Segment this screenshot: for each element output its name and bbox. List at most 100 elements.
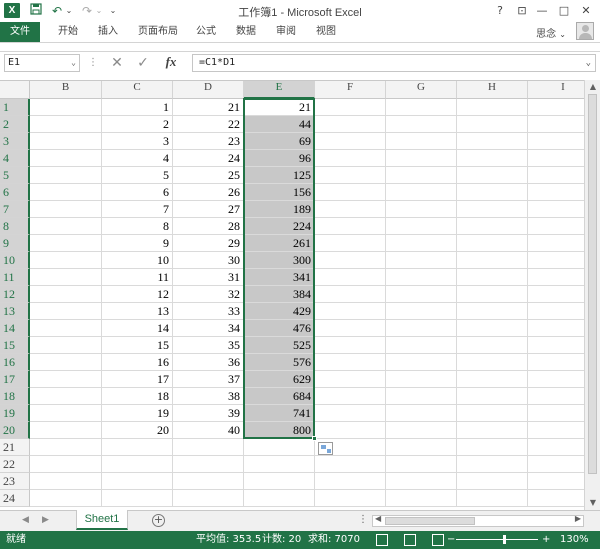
cell-g1[interactable] bbox=[386, 99, 457, 116]
row-header[interactable]: 22 bbox=[0, 456, 30, 473]
cell-f13[interactable] bbox=[315, 303, 386, 320]
cell-e7[interactable]: 189 bbox=[244, 201, 315, 218]
cell-g14[interactable] bbox=[386, 320, 457, 337]
undo-dropdown-icon[interactable]: ⌄ bbox=[64, 3, 74, 19]
zoom-slider-knob[interactable] bbox=[503, 535, 506, 544]
cell-c5[interactable]: 5 bbox=[102, 167, 173, 184]
cell-b13[interactable] bbox=[30, 303, 102, 320]
cell-e5[interactable]: 125 bbox=[244, 167, 315, 184]
cell-b2[interactable] bbox=[30, 116, 102, 133]
cell-d16[interactable]: 36 bbox=[173, 354, 244, 371]
cell-h23[interactable] bbox=[457, 473, 528, 490]
cell-d22[interactable] bbox=[173, 456, 244, 473]
cell-f22[interactable] bbox=[315, 456, 386, 473]
cell-d4[interactable]: 24 bbox=[173, 150, 244, 167]
cell-g16[interactable] bbox=[386, 354, 457, 371]
cell-b1[interactable] bbox=[30, 99, 102, 116]
cell-c15[interactable]: 15 bbox=[102, 337, 173, 354]
cell-c4[interactable]: 4 bbox=[102, 150, 173, 167]
cell-h11[interactable] bbox=[457, 269, 528, 286]
cell-b23[interactable] bbox=[30, 473, 102, 490]
cell-h1[interactable] bbox=[457, 99, 528, 116]
cell-d18[interactable]: 38 bbox=[173, 388, 244, 405]
cell-b14[interactable] bbox=[30, 320, 102, 337]
cell-g15[interactable] bbox=[386, 337, 457, 354]
cell-d17[interactable]: 37 bbox=[173, 371, 244, 388]
cell-i12[interactable] bbox=[528, 286, 584, 303]
cell-c17[interactable]: 17 bbox=[102, 371, 173, 388]
cell-c9[interactable]: 9 bbox=[102, 235, 173, 252]
cell-e11[interactable]: 341 bbox=[244, 269, 315, 286]
cancel-icon[interactable]: ✕ bbox=[108, 54, 126, 72]
cell-g17[interactable] bbox=[386, 371, 457, 388]
cell-g24[interactable] bbox=[386, 490, 457, 507]
column-header-e[interactable]: E bbox=[244, 81, 315, 99]
prev-sheet-icon[interactable]: ◀ bbox=[22, 515, 29, 525]
cell-d7[interactable]: 27 bbox=[173, 201, 244, 218]
row-header[interactable]: 3 bbox=[0, 133, 30, 150]
cell-d15[interactable]: 35 bbox=[173, 337, 244, 354]
cell-c10[interactable]: 10 bbox=[102, 252, 173, 269]
cell-g12[interactable] bbox=[386, 286, 457, 303]
cell-h22[interactable] bbox=[457, 456, 528, 473]
cell-b15[interactable] bbox=[30, 337, 102, 354]
cell-i16[interactable] bbox=[528, 354, 584, 371]
cell-g7[interactable] bbox=[386, 201, 457, 218]
tab-view[interactable]: 视图 bbox=[308, 22, 344, 42]
cell-f4[interactable] bbox=[315, 150, 386, 167]
cell-f15[interactable] bbox=[315, 337, 386, 354]
cell-c18[interactable]: 18 bbox=[102, 388, 173, 405]
column-header-i[interactable]: I bbox=[528, 81, 584, 99]
sheet-tab-sheet1[interactable]: Sheet1 bbox=[76, 510, 128, 530]
cell-f23[interactable] bbox=[315, 473, 386, 490]
cell-f2[interactable] bbox=[315, 116, 386, 133]
cell-g2[interactable] bbox=[386, 116, 457, 133]
cell-e21[interactable] bbox=[244, 439, 315, 456]
cell-e15[interactable]: 525 bbox=[244, 337, 315, 354]
cell-f19[interactable] bbox=[315, 405, 386, 422]
row-header[interactable]: 20 bbox=[0, 422, 30, 439]
cell-i5[interactable] bbox=[528, 167, 584, 184]
cell-g6[interactable] bbox=[386, 184, 457, 201]
cell-e1[interactable]: 21 bbox=[244, 99, 315, 116]
cell-f3[interactable] bbox=[315, 133, 386, 150]
cell-b4[interactable] bbox=[30, 150, 102, 167]
cell-d23[interactable] bbox=[173, 473, 244, 490]
cell-b5[interactable] bbox=[30, 167, 102, 184]
tab-split-handle-icon[interactable]: ⋮ bbox=[358, 514, 368, 525]
insert-function-icon[interactable]: fx bbox=[160, 54, 182, 72]
row-header[interactable]: 19 bbox=[0, 405, 30, 422]
minimize-button[interactable]: — bbox=[532, 2, 552, 20]
cell-g11[interactable] bbox=[386, 269, 457, 286]
cell-i6[interactable] bbox=[528, 184, 584, 201]
cell-f10[interactable] bbox=[315, 252, 386, 269]
cell-i20[interactable] bbox=[528, 422, 584, 439]
cell-d11[interactable]: 31 bbox=[173, 269, 244, 286]
cell-e2[interactable]: 44 bbox=[244, 116, 315, 133]
cell-g10[interactable] bbox=[386, 252, 457, 269]
cell-b12[interactable] bbox=[30, 286, 102, 303]
cell-f8[interactable] bbox=[315, 218, 386, 235]
row-header[interactable]: 14 bbox=[0, 320, 30, 337]
tab-home[interactable]: 开始 bbox=[48, 22, 88, 42]
tab-page-layout[interactable]: 页面布局 bbox=[130, 22, 186, 42]
row-header[interactable]: 23 bbox=[0, 473, 30, 490]
cell-c13[interactable]: 13 bbox=[102, 303, 173, 320]
cell-c1[interactable]: 1 bbox=[102, 99, 173, 116]
cell-b20[interactable] bbox=[30, 422, 102, 439]
column-header-h[interactable]: H bbox=[457, 81, 528, 99]
cell-e3[interactable]: 69 bbox=[244, 133, 315, 150]
cell-h2[interactable] bbox=[457, 116, 528, 133]
tab-data[interactable]: 数据 bbox=[228, 22, 264, 42]
cell-e19[interactable]: 741 bbox=[244, 405, 315, 422]
cell-c6[interactable]: 6 bbox=[102, 184, 173, 201]
cell-d9[interactable]: 29 bbox=[173, 235, 244, 252]
row-header[interactable]: 12 bbox=[0, 286, 30, 303]
cell-e23[interactable] bbox=[244, 473, 315, 490]
cell-e8[interactable]: 224 bbox=[244, 218, 315, 235]
cell-h15[interactable] bbox=[457, 337, 528, 354]
cell-h10[interactable] bbox=[457, 252, 528, 269]
column-header-f[interactable]: F bbox=[315, 81, 386, 99]
cell-i9[interactable] bbox=[528, 235, 584, 252]
tab-insert[interactable]: 插入 bbox=[88, 22, 128, 42]
